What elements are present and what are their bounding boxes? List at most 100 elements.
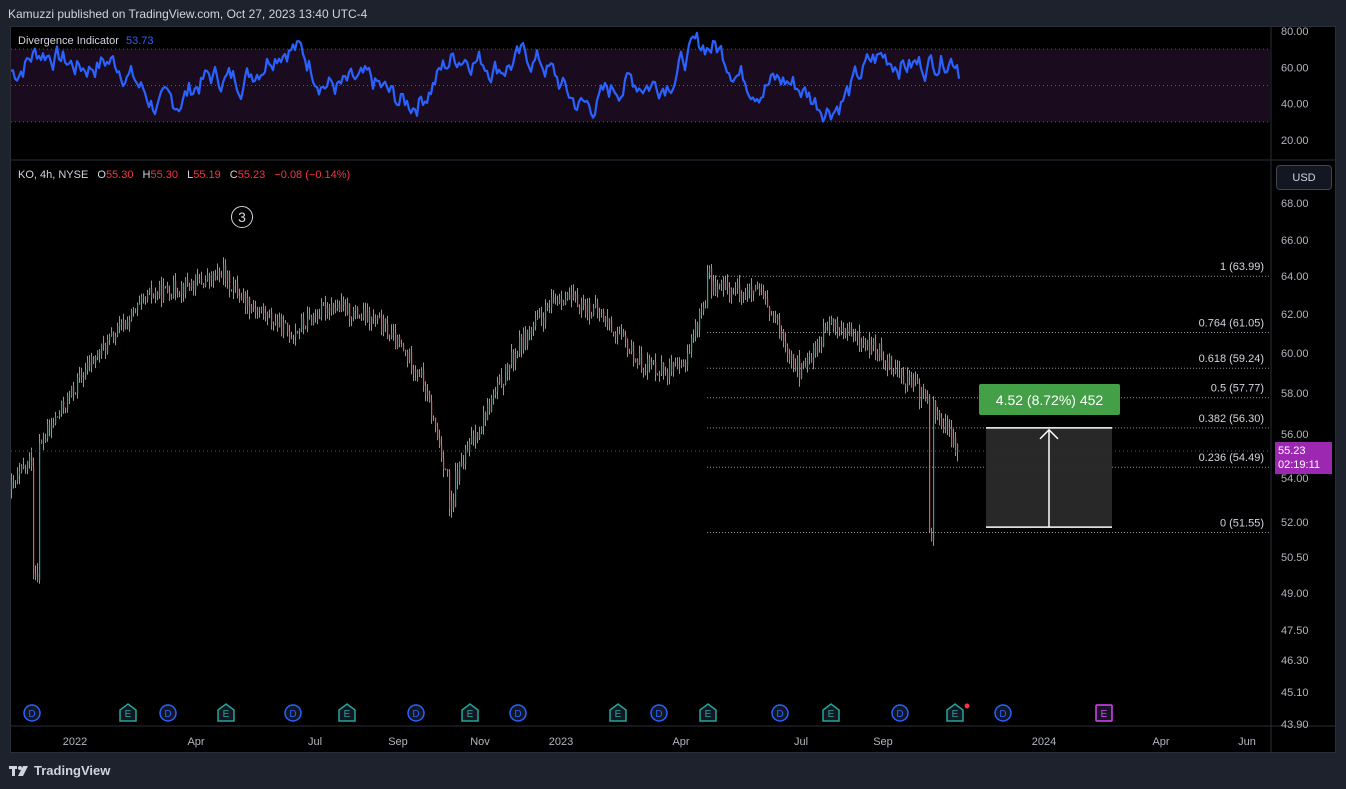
tradingview-brand: TradingView [34,763,111,778]
candle-body [759,288,761,293]
candle-body [629,351,631,353]
candle-body [275,321,277,324]
time-axis-tick: 2022 [63,736,87,748]
candle-body [887,362,889,369]
candle-body [95,356,97,363]
indicator-axis-tick: 20.00 [1281,135,1309,147]
candle-body [73,386,75,394]
candle-body [361,317,363,319]
candle-body [103,343,105,346]
indicator-name: Divergence Indicator [18,35,119,47]
candle-body [443,458,445,470]
candle-body [803,360,805,364]
currency-button[interactable]: USD [1276,165,1332,190]
candle-body [465,448,467,465]
candle-body [897,368,899,370]
candle-body [755,285,757,292]
candle-body [511,352,513,365]
candle-body [119,324,121,327]
earnings-marker-label: E [344,709,351,720]
time-axis-tick: Apr [187,736,204,748]
candle-body [537,317,539,319]
price-axis-tick: 68.00 [1281,198,1309,210]
candle-body [921,387,923,402]
candle-body [655,361,657,375]
elliott-wave-label[interactable]: 3 [231,206,253,228]
candle-body [269,312,271,314]
candle-body [693,336,695,337]
price-axis-tick: 47.50 [1281,625,1309,637]
candle-body [481,426,483,433]
candle-body [813,345,815,363]
fib-level-label: 0.382 (56.30) [1199,413,1264,425]
tradingview-logo[interactable]: TradingView [9,763,110,778]
candle-body [419,374,421,376]
candle-body [895,368,897,373]
candle-body [825,327,827,331]
candle-body [447,469,449,472]
candle-body [25,467,27,469]
candle-body [749,286,751,290]
candle-body [883,360,885,363]
dividend-marker-label: D [896,709,903,720]
time-axis-tick: Apr [672,736,689,748]
candle-body [779,319,781,339]
candle-body [75,393,77,395]
candle-body [555,301,557,304]
candle-body [735,288,737,290]
measure-label[interactable]: 4.52 (8.72%) 452 [979,384,1120,415]
earnings-marker-label: E [223,709,230,720]
candle-body [725,282,727,290]
candle-body [441,445,443,459]
candle-body [569,293,571,300]
candle-body [891,356,893,373]
time-axis-tick: Jun [1238,736,1256,748]
candle-body [177,293,179,296]
candle-body [475,432,477,442]
candle-body [647,359,649,372]
dividend-marker-label: D [655,709,662,720]
fib-level-label: 0.5 (57.77) [1211,383,1264,395]
candle-body [291,337,293,340]
candle-body [861,342,863,348]
candle-body [137,304,139,311]
last-price-value: 55.23 [1278,445,1306,457]
candle-body [85,370,87,379]
candle-body [37,573,39,581]
candle-body [183,285,185,294]
candle-body [321,302,323,317]
chart-canvas[interactable]: 80.00 60.00 40.00 20.00 68.00 66.00 64.00 62.00… [0,0,1346,789]
candle-body [243,292,245,300]
price-axis-tick: 66.00 [1281,235,1309,247]
indicator-legend[interactable]: Divergence Indicator 53.73 [18,35,153,47]
dividend-marker-label: D [776,709,783,720]
candle-body [397,336,399,348]
price-axis-tick: 64.00 [1281,271,1309,283]
countdown-value: 02:19:11 [1278,459,1321,471]
candle-body [835,322,837,328]
earnings-marker-label: E [952,709,959,720]
candle-body [637,359,639,365]
candle-body [811,357,813,363]
open-value: 55.30 [105,169,134,181]
candle-body [157,291,159,296]
close-value: 55.23 [237,169,266,181]
candle-body [925,390,927,402]
candle-body [747,290,749,297]
candle-body [483,412,485,427]
candle-body [437,426,439,439]
candle-body [831,318,833,324]
candle-body [761,291,763,293]
candle-body [267,313,269,318]
candle-body [415,370,417,373]
candle-body [377,316,379,321]
candle-body [859,331,861,348]
candle-body [833,318,835,328]
time-axis-tick: 2023 [549,736,573,748]
candle-body [453,500,455,508]
candle-body [375,317,377,321]
candle-body [927,395,929,402]
symbol-legend[interactable]: KO, 4h, NYSE O55.30 H55.30 L55.19 C55.23… [18,169,350,181]
candle-body [315,315,317,317]
candle-body [517,353,519,355]
